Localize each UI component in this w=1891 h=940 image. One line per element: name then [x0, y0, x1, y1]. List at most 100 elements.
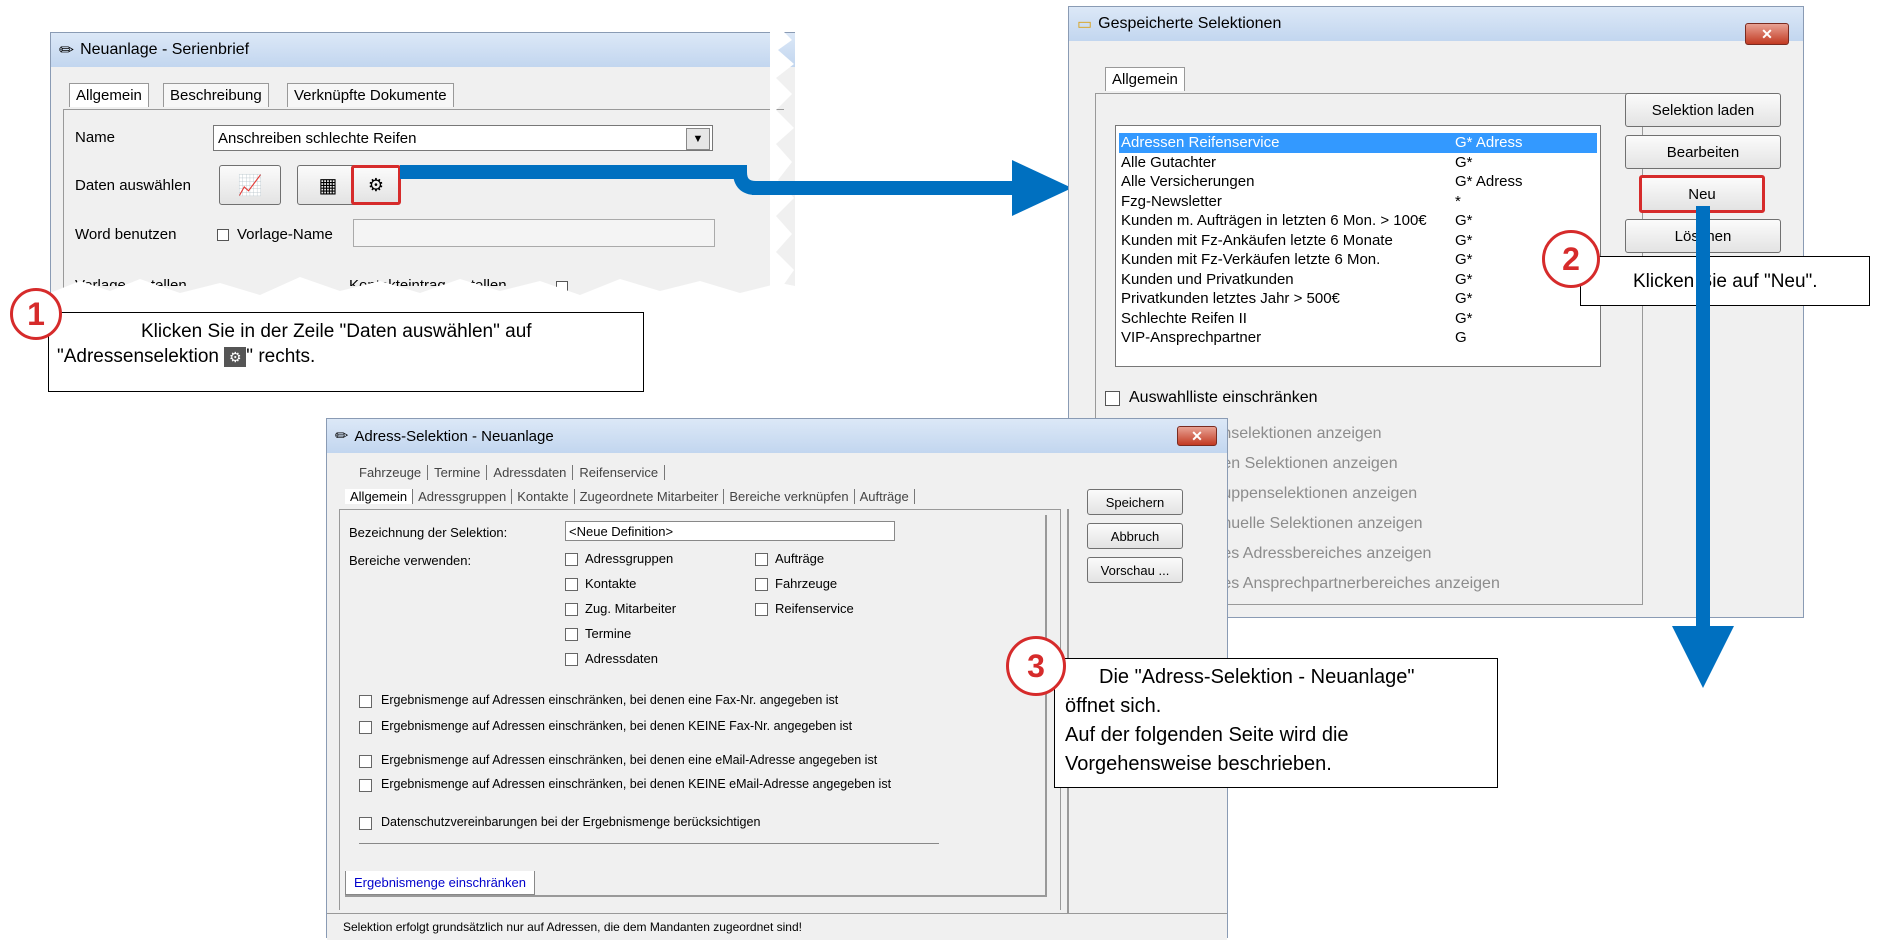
- checkbox-label: Kontakte: [585, 576, 637, 591]
- list-item-flag: G*: [1455, 231, 1473, 249]
- list-selection-button[interactable]: ▦: [297, 165, 359, 205]
- checkbox-label: Termine: [585, 626, 632, 641]
- list-item-name: Adressen Reifenservice: [1121, 134, 1280, 151]
- tab-row1-0[interactable]: Fahrzeuge: [353, 465, 429, 480]
- checkbox[interactable]: [359, 755, 372, 768]
- checkbox[interactable]: [565, 578, 578, 591]
- list-item[interactable]: Kunden m. Aufträgen in letzten 6 Mon. > …: [1119, 211, 1597, 231]
- tab-row2-0[interactable]: Allgemein: [345, 489, 414, 504]
- checkbox[interactable]: [565, 653, 578, 666]
- list-item-flag: G*: [1455, 153, 1473, 171]
- callout-3-line2: öffnet sich.: [1065, 695, 1162, 717]
- list-item[interactable]: Adressen Reifenservice G* Adress: [1119, 133, 1597, 153]
- list-item[interactable]: Schlechte Reifen II G*: [1119, 309, 1597, 329]
- list-item[interactable]: Fzg-Newsletter *: [1119, 192, 1597, 212]
- name-select[interactable]: Anschreiben schlechte Reifen ▼: [213, 125, 713, 151]
- vorschau-button[interactable]: Vorschau ...: [1087, 557, 1183, 583]
- window-title: Gespeicherte Selektionen: [1098, 15, 1282, 32]
- selection-list[interactable]: Adressen Reifenservice G* Adress Alle Guta…: [1115, 125, 1601, 367]
- option-label: ...uppenselektionen anzeigen: [1209, 485, 1418, 502]
- list-item[interactable]: Kunden mit Fz-Ankäufen letzte 6 Monate G*: [1119, 231, 1597, 251]
- window-title: Neuanlage - Serienbrief: [80, 41, 250, 58]
- list-item-name: Kunden mit Fz-Verkäufen letzte 6 Mon.: [1121, 251, 1381, 268]
- checkbox[interactable]: [565, 628, 578, 641]
- arrow-to-window2: [400, 160, 1072, 216]
- name-value: Anschreiben schlechte Reifen: [218, 130, 417, 147]
- list-item-name: Kunden und Privatkunden: [1121, 270, 1294, 288]
- list-item[interactable]: Kunden mit Fz-Verkäufen letzte 6 Mon. G*: [1119, 250, 1597, 270]
- callout-3-line3: Auf der folgenden Seite wird die: [1065, 724, 1349, 746]
- daten-label: Daten auswählen: [75, 177, 191, 194]
- checkbox-label: Adressdaten: [585, 651, 658, 666]
- checkbox-label: Zug. Mitarbeiter: [585, 601, 677, 616]
- list-item-flag: G*: [1455, 251, 1473, 268]
- word-checkbox[interactable]: [217, 229, 229, 241]
- tabs-row-2: Allgemein Adressgruppen Kontakte Zugeordnet…: [345, 489, 915, 504]
- option-list: ...nselektionen anzeigen ...en Selektione…: [1209, 419, 1500, 599]
- list-item-name: Fzg-Newsletter: [1121, 192, 1222, 210]
- callout-1-text-c: " rechts.: [246, 346, 316, 367]
- list-item[interactable]: VIP-Ansprechpartner G: [1119, 328, 1597, 348]
- list-item[interactable]: Alle Gutachter G*: [1119, 153, 1597, 173]
- tab-row2-4[interactable]: Bereiche verknüpfen: [724, 489, 855, 504]
- bezeichnung-input[interactable]: <Neue Definition>: [565, 521, 895, 541]
- tab-row2-2[interactable]: Kontakte: [512, 489, 575, 504]
- address-selection-icon: ⚙: [367, 174, 385, 195]
- selektion-laden-button[interactable]: Selektion laden: [1625, 93, 1781, 127]
- kontakt-selection-button[interactable]: 📈: [219, 165, 281, 205]
- abbruch-button[interactable]: Abbruch: [1087, 523, 1183, 549]
- tab-row2-3[interactable]: Zugeordnete Mitarbeiter: [575, 489, 725, 504]
- checkbox[interactable]: [565, 553, 578, 566]
- step-badge-1: 1: [10, 288, 62, 340]
- torn-edge-bottom: [50, 277, 800, 307]
- tab-verknuepfte-dokumente[interactable]: Verknüpfte Dokumente: [287, 83, 454, 107]
- tab-row2-1[interactable]: Adressgruppen: [413, 489, 513, 504]
- callout-1-text-b: "Adressenselektion: [57, 346, 220, 367]
- option-label: ...nselektionen anzeigen: [1209, 425, 1382, 442]
- checkbox[interactable]: [359, 779, 372, 792]
- status-bar: Selektion erfolgt grundsätzlich nur auf …: [327, 913, 1227, 940]
- tab-row1-1[interactable]: Termine: [428, 465, 488, 480]
- checkbox[interactable]: [755, 578, 768, 591]
- option-label: ...en Selektionen anzeigen: [1209, 455, 1398, 472]
- auswahl-checkbox[interactable]: [1105, 391, 1120, 406]
- tab-allgemein[interactable]: Allgemein: [1105, 67, 1185, 91]
- list-item-name: Kunden mit Fz-Ankäufen letzte 6 Monate: [1121, 231, 1393, 249]
- close-button[interactable]: ✕: [1177, 426, 1217, 446]
- word-label: Word benutzen: [75, 226, 177, 243]
- tab-row2-5[interactable]: Aufträge: [855, 489, 915, 504]
- vorlage-name-label: Vorlage-Name: [237, 226, 333, 243]
- speichern-button[interactable]: Speichern: [1087, 489, 1183, 515]
- bearbeiten-button[interactable]: Bearbeiten: [1625, 135, 1781, 169]
- checkbox[interactable]: [359, 721, 372, 734]
- close-button[interactable]: ✕: [1745, 23, 1789, 45]
- list-item[interactable]: Kunden und Privatkunden G*: [1119, 270, 1597, 290]
- tabs-row-1: Fahrzeuge Termine Adressdaten Reifenservice: [353, 465, 666, 480]
- checkbox[interactable]: [359, 817, 372, 830]
- callout-1: Klicken Sie in der Zeile "Daten auswähle…: [48, 312, 644, 392]
- checkbox-label: Fahrzeuge: [775, 576, 838, 591]
- bereiche-label: Bereiche verwenden:: [349, 553, 472, 568]
- tab-ergebnismenge[interactable]: Ergebnismenge einschränken: [345, 871, 535, 895]
- chevron-down-icon[interactable]: ▼: [686, 128, 710, 150]
- checkbox[interactable]: [755, 603, 768, 616]
- list-item-flag: G*: [1455, 212, 1473, 229]
- pencil-icon: ✏: [59, 39, 75, 60]
- tab-row1-3[interactable]: Reifenservice: [573, 465, 666, 480]
- tab-row1-2[interactable]: Adressdaten: [487, 465, 574, 480]
- list-item[interactable]: Privatkunden letztes Jahr > 500€ G*: [1119, 289, 1597, 309]
- checkbox[interactable]: [755, 553, 768, 566]
- checkbox[interactable]: [359, 695, 372, 708]
- list-item[interactable]: Alle Versicherungen G* Adress: [1119, 172, 1597, 192]
- step-badge-3: 3: [1006, 636, 1066, 696]
- checkbox[interactable]: [565, 603, 578, 616]
- list-item-name: Schlechte Reifen II: [1121, 309, 1247, 327]
- adressenselektion-button[interactable]: ⚙: [351, 165, 401, 205]
- bezeichnung-label: Bezeichnung der Selektion:: [349, 525, 508, 540]
- tab-allgemein[interactable]: Allgemein: [69, 83, 149, 107]
- tab-beschreibung[interactable]: Beschreibung: [163, 83, 269, 107]
- option-label: ...es Adressbereiches anzeigen: [1209, 545, 1432, 562]
- selection-list-rows: Adressen Reifenservice G* Adress Alle Guta…: [1119, 133, 1597, 348]
- callout-3-line1: Die "Adress-Selektion - Neuanlage": [1099, 666, 1415, 688]
- option-label: ...nuelle Selektionen anzeigen: [1209, 515, 1423, 532]
